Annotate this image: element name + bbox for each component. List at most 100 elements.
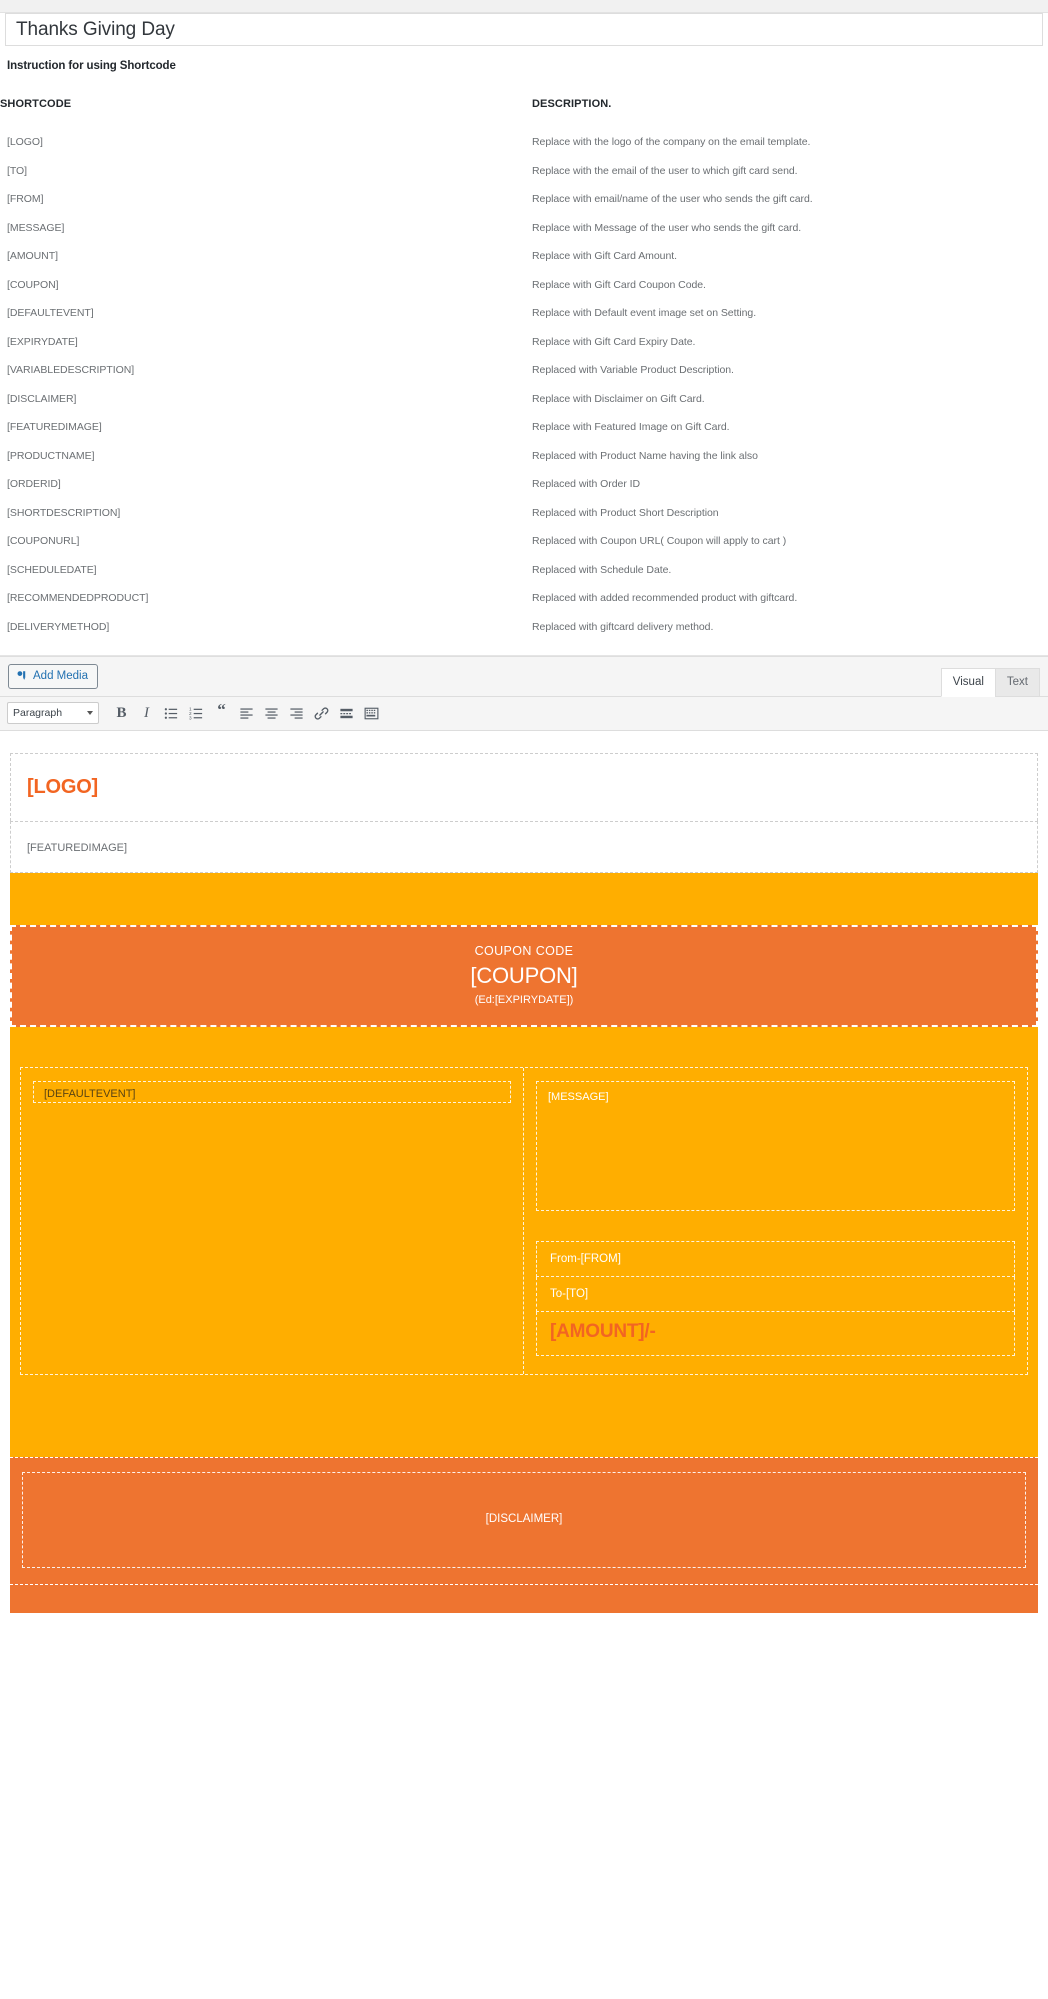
- description-cell: Replaced with Schedule Date.: [532, 563, 672, 576]
- toolbar-toggle-icon[interactable]: [360, 702, 383, 725]
- column-header-description: DESCRIPTION.: [532, 98, 612, 110]
- shortcode-cell: [EXPIRYDATE]: [7, 335, 78, 348]
- template-yellow-band-top: [10, 872, 1038, 925]
- description-cell: Replace with Featured Image on Gift Card…: [532, 421, 730, 433]
- description-cell: Replace with Gift Card Expiry Date.: [532, 335, 696, 348]
- svg-text:3: 3: [189, 715, 192, 720]
- default-event-placeholder: [DEFAULTEVENT]: [33, 1080, 511, 1103]
- description-cell: Replaced with Product Short Description: [532, 506, 719, 519]
- from-to-amount-group: From-[FROM] To-[TO] [AMOUNT]/-: [536, 1240, 1015, 1356]
- to-placeholder: To-[TO]: [536, 1276, 1015, 1312]
- template-featured-image-placeholder: [FEATUREDIMAGE]: [27, 841, 128, 854]
- shortcode-cell: [AMOUNT]: [7, 250, 58, 262]
- description-cell: Replace with Default event image set on …: [532, 307, 757, 319]
- template-middle-section: [DEFAULTEVENT] [MESSAGE] From-[FROM] To-…: [10, 1046, 1038, 1399]
- shortcode-cell: [DISCLAIMER]: [7, 392, 77, 405]
- shortcode-cell: [FEATUREDIMAGE]: [7, 421, 102, 433]
- shortcode-cell: [DEFAULTEVENT]: [7, 307, 94, 319]
- shortcode-table-body: [LOGO] Replace with the logo of the compa…: [0, 114, 1048, 655]
- shortcode-cell: [COUPONURL]: [7, 535, 80, 547]
- shortcode-cell: [COUPON]: [7, 278, 59, 291]
- table-row: [DEFAULTEVENT] Replace with Default event…: [0, 291, 1048, 319]
- bold-icon[interactable]: B: [110, 702, 133, 725]
- editor-media-bar: Add Media Visual Text: [0, 656, 1048, 697]
- description-cell: Replaced with added recommended product …: [532, 592, 798, 604]
- table-row: [FEATUREDIMAGE] Replace with Featured Ima…: [0, 405, 1048, 433]
- post-title-input[interactable]: [5, 13, 1043, 46]
- tab-text[interactable]: Text: [994, 667, 1040, 697]
- description-cell: Replace with Disclaimer on Gift Card.: [532, 392, 705, 405]
- wp-editor: Add Media Visual Text Paragraph B I 123 …: [0, 655, 1048, 1613]
- description-cell: Replace with email/name of the user who …: [532, 193, 813, 205]
- table-row: [LOGO] Replace with the logo of the compa…: [0, 114, 1048, 148]
- table-row: [RECOMMENDEDPRODUCT] Replaced with added …: [0, 576, 1048, 604]
- template-message-cell: [MESSAGE] From-[FROM] To-[TO] [AMOUNT]/-: [524, 1068, 1027, 1374]
- description-cell: Replace with Gift Card Amount.: [532, 250, 677, 262]
- template-disclaimer-section: [DISCLAIMER]: [10, 1456, 1038, 1585]
- table-row: [MESSAGE] Replace with Message of the use…: [0, 205, 1048, 234]
- bulleted-list-icon[interactable]: [160, 702, 183, 725]
- post-title-area: [0, 13, 1048, 46]
- template-footer-band: [10, 1584, 1038, 1613]
- numbered-list-icon[interactable]: 123: [185, 702, 208, 725]
- table-row: [SHORTDESCRIPTION] Replaced with Product …: [0, 490, 1048, 519]
- table-row: [VARIABLEDESCRIPTION] Replaced with Varia…: [0, 348, 1048, 376]
- editor-mode-tabs: Visual Text: [940, 667, 1040, 697]
- tab-visual[interactable]: Visual: [940, 667, 996, 697]
- shortcode-cell: [TO]: [7, 164, 28, 177]
- shortcode-cell: [FROM]: [7, 193, 44, 205]
- coupon-box: COUPON CODE [COUPON] (Ed:[EXPIRYDATE]): [10, 924, 1038, 1027]
- table-row: [COUPONURL] Replaced with Coupon URL( Cou…: [0, 519, 1048, 547]
- template-middle-grid: [DEFAULTEVENT] [MESSAGE] From-[FROM] To-…: [20, 1066, 1028, 1375]
- instruction-heading: Instruction for using Shortcode: [7, 60, 176, 72]
- table-row: [SCHEDULEDATE] Replaced with Schedule Dat…: [0, 547, 1048, 576]
- disclaimer-placeholder: [DISCLAIMER]: [22, 1471, 1026, 1568]
- align-right-icon[interactable]: [285, 702, 308, 725]
- insert-link-icon[interactable]: [310, 702, 333, 725]
- shortcode-cell: [LOGO]: [7, 136, 43, 148]
- admin-top-strip: [0, 0, 1048, 13]
- shortcode-cell: [RECOMMENDEDPRODUCT]: [7, 592, 149, 604]
- column-header-shortcode: SHORTCODE: [0, 98, 72, 110]
- email-template-preview[interactable]: [LOGO] [FEATUREDIMAGE] COUPON CODE [COUP…: [0, 730, 1048, 1613]
- shortcode-cell: [DELIVERYMETHOD]: [7, 620, 110, 633]
- template-default-event-cell: [DEFAULTEVENT]: [21, 1067, 524, 1374]
- description-cell: Replaced with Variable Product Descripti…: [532, 364, 734, 376]
- read-more-icon[interactable]: [335, 702, 358, 725]
- align-left-icon[interactable]: [235, 702, 258, 725]
- amount-placeholder: [AMOUNT]/-: [536, 1311, 1015, 1356]
- italic-icon[interactable]: I: [135, 702, 158, 725]
- blockquote-icon[interactable]: “: [210, 701, 233, 725]
- coupon-code-placeholder: [COUPON]: [470, 962, 578, 988]
- media-icon: [15, 669, 29, 683]
- table-row: [EXPIRYDATE] Replace with Gift Card Expir…: [0, 319, 1048, 348]
- description-cell: Replaced with Product Name having the li…: [532, 449, 758, 462]
- add-media-label: Add Media: [33, 669, 88, 682]
- table-row: [AMOUNT] Replace with Gift Card Amount.: [0, 234, 1048, 262]
- shortcode-cell: [PRODUCTNAME]: [7, 449, 95, 462]
- table-row: [ORDERID] Replaced with Order ID: [0, 462, 1048, 490]
- template-yellow-band-mid: [10, 1026, 1038, 1047]
- table-row: [DELIVERYMETHOD] Replaced with giftcard d…: [0, 604, 1048, 655]
- chevron-down-icon: [87, 711, 93, 715]
- paragraph-format-value: Paragraph: [13, 707, 63, 719]
- description-cell: Replace with the email of the user to wh…: [532, 164, 798, 177]
- shortcode-table: SHORTCODE DESCRIPTION. [LOGO] Replace wit…: [0, 94, 1048, 655]
- description-cell: Replace with Message of the user who sen…: [532, 221, 802, 234]
- table-row: [TO] Replace with the email of the user t…: [0, 148, 1048, 177]
- table-row: [DISCLAIMER] Replace with Disclaimer on G…: [0, 376, 1048, 405]
- shortcode-cell: [MESSAGE]: [7, 221, 65, 234]
- bottom-spacer: [524, 1356, 1027, 1374]
- shortcode-cell: [SHORTDESCRIPTION]: [7, 506, 121, 519]
- add-media-button[interactable]: Add Media: [8, 663, 98, 689]
- shortcode-instruction-panel: Instruction for using Shortcode SHORTCOD…: [0, 46, 1048, 656]
- table-row: [PRODUCTNAME] Replaced with Product Name …: [0, 433, 1048, 462]
- shortcode-table-header-row: SHORTCODE DESCRIPTION.: [0, 94, 1048, 114]
- paragraph-format-select[interactable]: Paragraph: [7, 702, 99, 724]
- template-featured-image-row: [FEATUREDIMAGE]: [10, 820, 1038, 873]
- description-cell: Replaced with giftcard delivery method.: [532, 620, 714, 633]
- shortcode-cell: [VARIABLEDESCRIPTION]: [7, 364, 135, 376]
- description-cell: Replace with the logo of the company on …: [532, 136, 811, 148]
- align-center-icon[interactable]: [260, 702, 283, 725]
